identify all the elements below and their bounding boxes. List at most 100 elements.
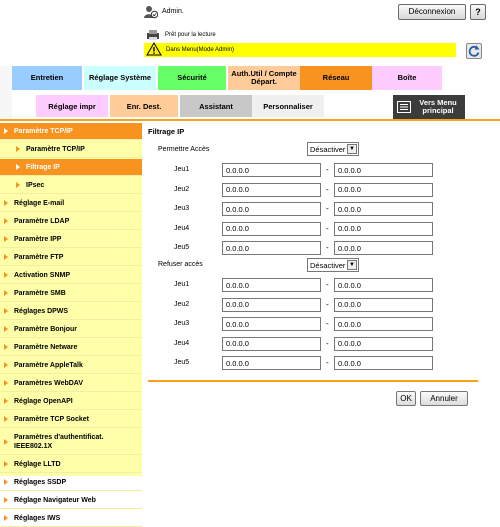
refresh-icon — [468, 45, 480, 57]
sidebar-item-8[interactable]: Activation SNMP — [0, 267, 142, 284]
deny-range-end-input[interactable] — [334, 278, 433, 292]
permit-range-start-input[interactable] — [222, 182, 321, 197]
tab-system-settings[interactable]: Réglage Système — [84, 66, 156, 90]
deny-row-label: Jeu1 — [174, 281, 190, 288]
permit-range-end-input[interactable] — [334, 241, 433, 255]
arrow-right-icon — [4, 200, 8, 206]
sidebar-item-16[interactable]: Paramètre TCP Socket — [0, 411, 142, 428]
tab-network[interactable]: Réseau — [300, 66, 372, 90]
deny-access-select[interactable]: Désactiver ▼ — [307, 258, 359, 272]
range-separator: - — [326, 204, 329, 213]
arrow-right-icon — [16, 164, 20, 170]
logout-button[interactable]: Déconnexion — [398, 4, 466, 20]
main-menu-button[interactable]: Vers Menu principal — [393, 95, 465, 119]
deny-range-start-input[interactable] — [222, 336, 321, 351]
sidebar-item-12[interactable]: Paramètre Netware — [0, 339, 142, 356]
tab-customize[interactable]: Personnaliser — [252, 95, 324, 117]
arrow-right-icon — [4, 308, 8, 314]
ok-button[interactable]: OK — [396, 391, 416, 406]
chevron-down-icon: ▼ — [347, 260, 357, 270]
sidebar-item-19[interactable]: Réglages SSDP — [0, 474, 142, 491]
deny-range-end-input[interactable] — [334, 336, 433, 351]
sidebar-item-11[interactable]: Paramètre Bonjour — [0, 321, 142, 338]
tab-maintenance[interactable]: Entretien — [12, 66, 82, 90]
sidebar-item-21[interactable]: Réglages IWS — [0, 510, 142, 527]
arrow-right-icon — [4, 398, 8, 404]
deny-range-end-input[interactable] — [334, 297, 433, 312]
permit-row-label: Jeu2 — [174, 185, 190, 193]
printer-icon — [147, 30, 159, 40]
arrow-right-icon — [4, 290, 8, 296]
sidebar-item-13[interactable]: Paramètre AppleTalk — [0, 357, 142, 374]
permit-range-end-input[interactable] — [334, 163, 433, 177]
arrow-right-icon — [4, 438, 8, 445]
arrow-right-icon — [4, 326, 8, 332]
deny-access-label: Refuser accès — [158, 261, 203, 268]
tab-wizard[interactable]: Assistant — [180, 95, 252, 117]
sidebar-item-label: Activation SNMP — [14, 271, 71, 279]
sidebar-item-4[interactable]: Réglage E-mail — [0, 195, 142, 212]
tab-address-book[interactable]: Enr. Dest. — [110, 95, 178, 117]
permit-range-start-input[interactable] — [222, 241, 321, 255]
help-button[interactable]: ? — [470, 4, 486, 20]
deny-range-start-input[interactable] — [222, 317, 321, 331]
tab-box[interactable]: Boîte — [372, 66, 442, 90]
sidebar-item-17[interactable]: Paramètres d'authentificat. IEEE802.1X — [0, 429, 142, 455]
deny-row-label: Jeu2 — [174, 300, 190, 308]
sidebar-item-10[interactable]: Réglages DPWS — [0, 303, 142, 320]
sidebar-item-6[interactable]: Paramètre IPP — [0, 231, 142, 248]
arrow-right-icon — [4, 515, 8, 521]
permit-range-start-input[interactable] — [222, 163, 321, 177]
sidebar-item-1[interactable]: Paramètre TCP/IP — [0, 141, 142, 158]
permit-range-end-input[interactable] — [334, 221, 433, 236]
permit-range-start-input[interactable] — [222, 221, 321, 236]
sidebar-item-label: Paramètre AppleTalk — [14, 361, 83, 369]
deny-range-end-input[interactable] — [334, 356, 433, 370]
sidebar-item-label: Réglage LLTD — [14, 460, 61, 468]
arrow-right-icon — [4, 128, 8, 134]
sidebar-item-0[interactable]: Paramètre TCP/IP — [0, 123, 142, 140]
permit-access-select[interactable]: Désactiver ▼ — [307, 142, 359, 156]
arrow-right-icon — [4, 497, 8, 503]
permit-row-label: Jeu3 — [174, 205, 190, 212]
sidebar-item-label: Paramètre LDAP — [14, 217, 70, 225]
arrow-right-icon — [4, 461, 8, 467]
permit-range-end-input[interactable] — [334, 182, 433, 197]
mode-label: Dans Menu(Mode Admin) — [166, 47, 235, 53]
permit-range-start-input[interactable] — [222, 202, 321, 216]
sidebar-item-label: Réglages IWS — [14, 514, 61, 522]
sidebar-item-9[interactable]: Paramètre SMB — [0, 285, 142, 302]
sidebar-item-2[interactable]: Filtrage IP — [0, 159, 142, 176]
tab-security[interactable]: Sécurité — [158, 66, 226, 90]
sidebar-item-20[interactable]: Réglage Navigateur Web — [0, 492, 142, 509]
arrow-right-icon — [4, 344, 8, 350]
deny-range-start-input[interactable] — [222, 278, 321, 292]
range-separator: - — [326, 184, 329, 194]
page-title: Filtrage IP — [148, 127, 185, 136]
sidebar-item-5[interactable]: Paramètre LDAP — [0, 213, 142, 230]
main-menu-label: Vers Menu principal — [419, 98, 457, 115]
sidebar-item-15[interactable]: Réglage OpenAPI — [0, 393, 142, 410]
arrow-right-icon — [16, 146, 20, 152]
permit-range-end-input[interactable] — [334, 202, 433, 216]
refresh-button[interactable] — [466, 43, 482, 59]
deny-range-start-input[interactable] — [222, 297, 321, 312]
arrow-right-icon — [4, 218, 8, 224]
cancel-button[interactable]: Annuler — [420, 391, 468, 406]
arrow-right-icon — [4, 254, 8, 260]
sidebar-item-14[interactable]: Paramètres WebDAV — [0, 375, 142, 392]
deny-range-start-input[interactable] — [222, 356, 321, 370]
sidebar-item-label: Paramètre SMB — [14, 289, 66, 297]
deny-range-end-input[interactable] — [334, 317, 433, 331]
arrow-right-icon — [16, 182, 20, 188]
tab-print-settings[interactable]: Réglage impr — [36, 95, 108, 117]
sidebar-item-label: Paramètres d'authentificat. IEEE802.1X — [14, 433, 104, 450]
sidebar-item-label: Paramètre FTP — [14, 253, 64, 261]
deny-row-label: Jeu4 — [174, 339, 190, 347]
sidebar-item-7[interactable]: Paramètre FTP — [0, 249, 142, 266]
sidebar-item-18[interactable]: Réglage LLTD — [0, 456, 142, 473]
tab-user-auth[interactable]: Auth.Util / Compte Départ. — [228, 66, 300, 90]
deny-row-label: Jeu5 — [174, 359, 190, 366]
sidebar-item-label: Filtrage IP — [26, 163, 60, 171]
sidebar-item-3[interactable]: IPsec — [0, 177, 142, 194]
